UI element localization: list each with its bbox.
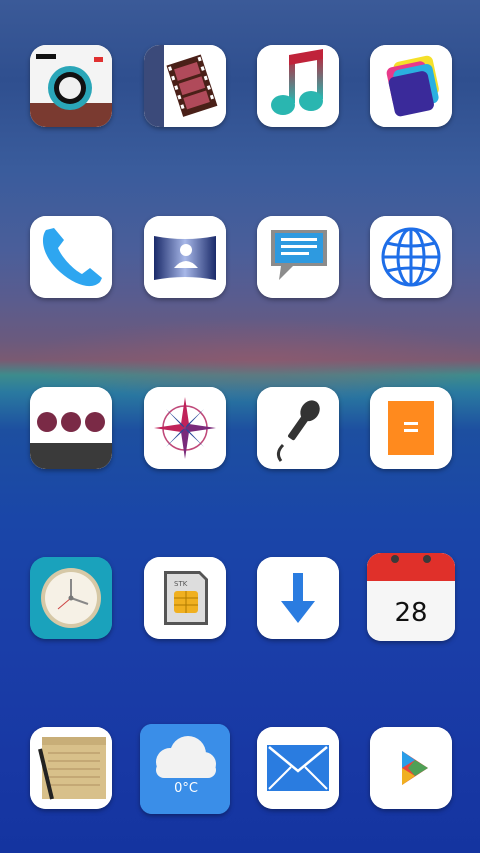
sim-label: STK: [174, 580, 188, 588]
app-calendar[interactable]: 28: [367, 553, 455, 641]
app-contacts[interactable]: [144, 216, 226, 298]
app-phone[interactable]: [30, 216, 112, 298]
phone-icon: [30, 216, 112, 298]
app-browser[interactable]: [370, 216, 452, 298]
compass-icon: [144, 387, 226, 469]
message-icon: [257, 216, 339, 298]
clock-icon: [30, 557, 112, 639]
contacts-icon: [144, 216, 226, 298]
dots-icon: [30, 387, 112, 469]
calculator-icon: [370, 387, 452, 469]
app-more[interactable]: [30, 387, 112, 469]
app-sim-toolkit[interactable]: STK: [144, 557, 226, 639]
app-clock[interactable]: [30, 557, 112, 639]
app-calculator[interactable]: [370, 387, 452, 469]
app-video[interactable]: [144, 45, 226, 127]
gallery-icon: [370, 45, 452, 127]
app-compass[interactable]: [144, 387, 226, 469]
app-gallery[interactable]: [370, 45, 452, 127]
download-arrow-icon: [257, 557, 339, 639]
calendar-icon: 28: [367, 553, 455, 641]
camera-icon: [30, 45, 112, 127]
play-icon: [370, 727, 452, 809]
home-screen: STK 28 0°C: [0, 0, 480, 853]
calendar-day: 28: [394, 598, 427, 628]
film-icon: [144, 45, 226, 127]
envelope-icon: [257, 727, 339, 809]
app-email[interactable]: [257, 727, 339, 809]
microphone-icon: [257, 387, 339, 469]
music-note-icon: [257, 45, 339, 127]
app-recorder[interactable]: [257, 387, 339, 469]
globe-icon: [370, 216, 452, 298]
app-camera[interactable]: [30, 45, 112, 127]
app-downloads[interactable]: [257, 557, 339, 639]
app-weather[interactable]: 0°C: [140, 724, 230, 814]
app-notes[interactable]: [30, 727, 112, 809]
notepad-icon: [30, 727, 112, 809]
app-music[interactable]: [257, 45, 339, 127]
cloud-icon: 0°C: [140, 724, 230, 814]
sim-card-icon: STK: [144, 557, 226, 639]
app-play-store[interactable]: [370, 727, 452, 809]
weather-temperature: 0°C: [174, 781, 198, 796]
app-messages[interactable]: [257, 216, 339, 298]
